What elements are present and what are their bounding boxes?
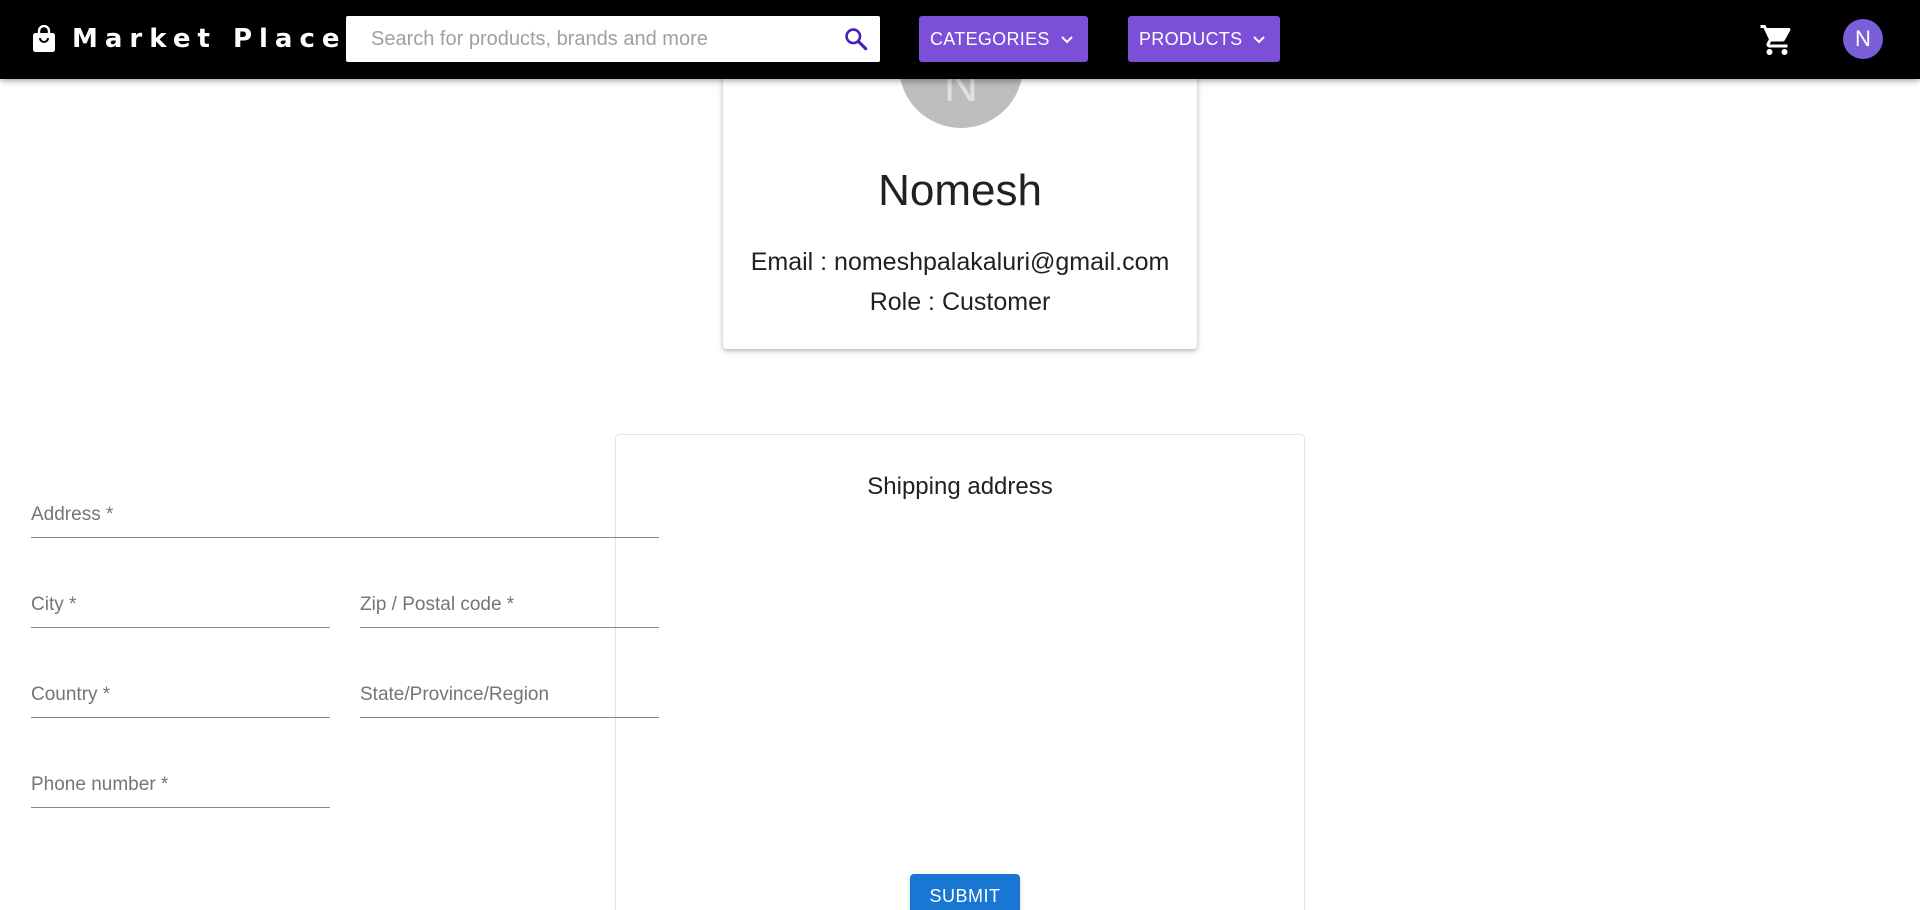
brand-logo[interactable]: Market Place [32,19,347,59]
brand-title: Market Place [72,24,347,54]
products-label: PRODUCTS [1139,28,1243,49]
country-field[interactable]: Country * [31,678,330,718]
search-input[interactable] [346,16,832,62]
categories-label: CATEGORIES [930,28,1050,49]
city-field[interactable]: City * [31,588,330,628]
profile-email: Email : nomeshpalakaluri@gmail.com [750,248,1170,276]
search-bar[interactable] [346,16,880,62]
cart-icon[interactable] [1757,20,1797,60]
page: Shipping address Address * City * Zip / … [0,0,1920,910]
user-avatar[interactable]: N [1843,19,1883,59]
address-field[interactable]: Address * [31,498,659,538]
state-input[interactable] [360,678,659,717]
top-app-bar: Market Place CATEGORIES PRODUCTS [0,0,1920,79]
products-button[interactable]: PRODUCTS [1128,16,1280,62]
phone-field[interactable]: Phone number * [31,768,330,808]
profile-role: Role : Customer [869,288,1051,316]
profile-name: Nomesh [878,166,1042,215]
chevron-down-icon [1252,32,1266,46]
phone-input[interactable] [31,768,330,807]
submit-button[interactable]: SUBMIT [910,874,1020,910]
zip-input[interactable] [360,588,659,627]
search-icon[interactable] [832,16,880,62]
zip-field[interactable]: Zip / Postal code * [360,588,659,628]
shipping-title: Shipping address [867,473,1053,500]
shipping-address-card: Shipping address [615,434,1305,910]
categories-button[interactable]: CATEGORIES [919,16,1088,62]
country-input[interactable] [31,678,330,717]
address-input[interactable] [31,498,659,537]
state-field[interactable]: State/Province/Region [360,678,659,718]
shopping-bag-icon [32,24,58,54]
city-input[interactable] [31,588,330,627]
chevron-down-icon [1060,32,1074,46]
